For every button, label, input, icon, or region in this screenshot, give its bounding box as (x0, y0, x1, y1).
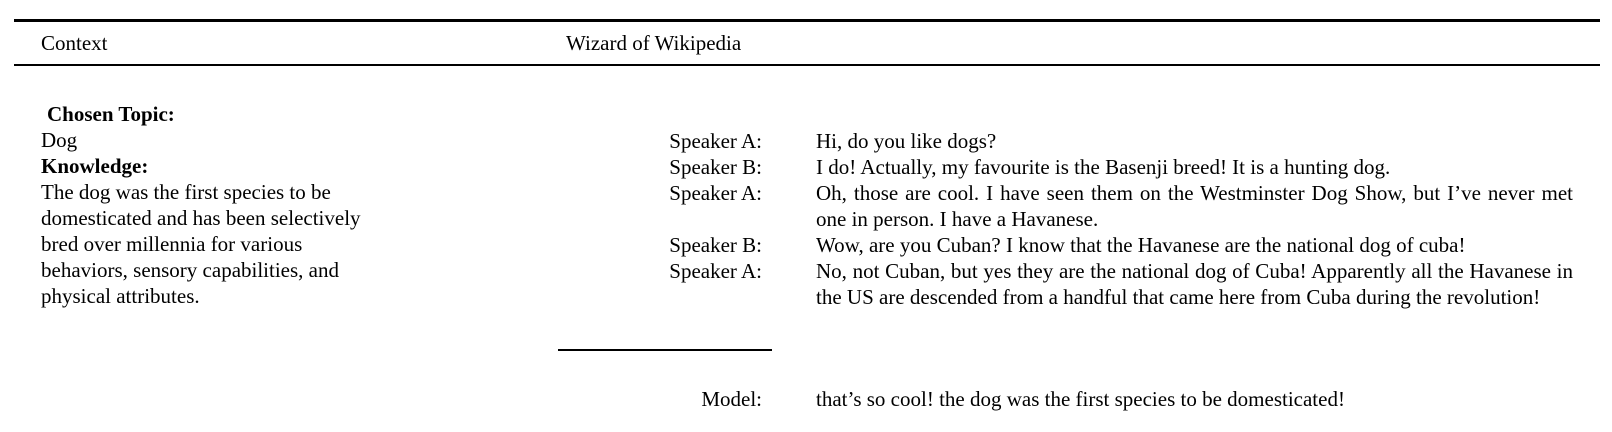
table-top-rule (14, 19, 1600, 22)
model-response-row: Model: that’s so cool! the dog was the f… (540, 386, 1580, 412)
chosen-topic-heading: Chosen Topic: (47, 102, 175, 126)
utterance-text: Hi, do you like dogs? (816, 129, 997, 153)
speaker-label: Speaker B: (669, 233, 762, 257)
dialogue-turn: Speaker B: I do! Actually, my favourite … (540, 154, 1580, 180)
knowledge-line: domesticated and has been selectively (41, 206, 361, 230)
speaker-label: Speaker A: (669, 259, 762, 283)
utterance-text: No, not Cuban, but yes they are the nati… (816, 259, 1573, 309)
utterance-text: Wow, are you Cuban? I know that the Hava… (816, 233, 1466, 257)
utterance-text: Oh, those are cool. I have seen them on … (816, 181, 1573, 231)
dialogue-turn: Speaker A: Hi, do you like dogs? (540, 128, 1580, 154)
table-header-rule (14, 64, 1600, 66)
dialogue-history: Speaker A: Hi, do you like dogs? Speaker… (540, 128, 1580, 310)
knowledge-line: The dog was the first species to be (41, 180, 331, 204)
knowledge-line: behaviors, sensory capabilities, and (41, 258, 339, 282)
context-column: Chosen Topic: Dog Knowledge: The dog was… (41, 101, 411, 309)
column-header-dataset: Wizard of Wikipedia (566, 31, 742, 55)
dialogue-turn: Speaker A: No, not Cuban, but yes they a… (540, 258, 1580, 310)
dialogue-turn: Speaker A: Oh, those are cool. I have se… (540, 180, 1580, 232)
column-header-context: Context (41, 31, 108, 55)
speaker-label: Speaker A: (669, 181, 762, 205)
knowledge-line: physical attributes. (41, 284, 200, 308)
speaker-label: Speaker B: (669, 155, 762, 179)
knowledge-heading: Knowledge: (41, 154, 149, 178)
speaker-label: Speaker A: (669, 129, 762, 153)
model-response-text: that’s so cool! the dog was the first sp… (816, 387, 1345, 411)
model-label: Model: (701, 387, 762, 411)
knowledge-line: bred over millennia for various (41, 232, 303, 256)
utterance-text: I do! Actually, my favourite is the Base… (816, 155, 1391, 179)
response-separator-rule (558, 349, 772, 351)
chosen-topic-value: Dog (41, 128, 78, 152)
dialogue-turn: Speaker B: Wow, are you Cuban? I know th… (540, 232, 1580, 258)
knowledge-text: The dog was the first species to be dome… (41, 179, 411, 309)
